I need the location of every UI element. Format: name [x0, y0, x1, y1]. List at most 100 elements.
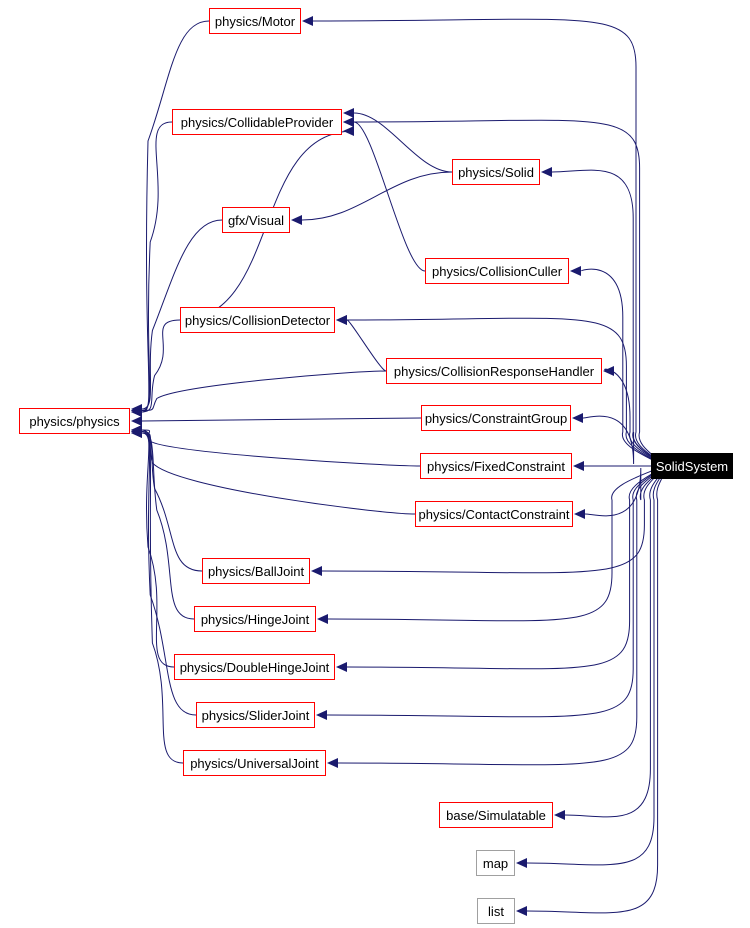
- graph-edge-arrow-constraintgroup-physics: [131, 416, 142, 426]
- graph-node-response[interactable]: physics/CollisionResponseHandler: [386, 358, 602, 384]
- graph-edge-arrow-solid: [541, 167, 552, 177]
- graph-edge-motor-physics: [141, 20, 210, 413]
- graph-edge-solidsystem-detector: [346, 317, 660, 467]
- graph-edge-arrow-sliderjoint: [316, 710, 327, 720]
- graph-edge-arrow-balljoint: [311, 566, 322, 576]
- graph-node-label: physics/UniversalJoint: [190, 755, 319, 771]
- graph-edge-solid-visual: [301, 171, 453, 221]
- graph-edge-solidsystem-hingejoint: [327, 465, 659, 622]
- graph-edge-arrow-culler-collidable: [343, 117, 354, 127]
- graph-edge-arrow-detector-collidable: [343, 126, 354, 136]
- graph-node-label: physics/ContactConstraint: [418, 506, 570, 522]
- graph-node-label: physics/FixedConstraint: [427, 458, 565, 474]
- graph-node-list[interactable]: list: [477, 898, 515, 924]
- graph-edge-arrow-balljoint-physics: [131, 428, 142, 438]
- graph-node-label: physics/CollisionResponseHandler: [393, 363, 595, 379]
- graph-node-detector[interactable]: physics/CollisionDetector: [180, 307, 335, 333]
- graph-edge-hingejoint-physics: [141, 429, 195, 620]
- graph-node-label: physics/DoubleHingeJoint: [179, 659, 330, 675]
- graph-edge-arrow-motor-physics: [131, 407, 142, 417]
- graph-node-label: physics/Solid: [458, 164, 534, 180]
- dependency-graph: physics/Motor physics/CollidableProvider p…: [0, 0, 750, 928]
- graph-edge-arrow-detector-physics: [131, 407, 142, 417]
- graph-edge-arrow-collidable-physics: [131, 405, 142, 416]
- graph-node-label: base/Simulatable: [446, 807, 546, 823]
- graph-edge-arrow-visual-physics: [131, 404, 142, 414]
- graph-edge-balljoint-physics: [141, 432, 203, 572]
- graph-node-constraintgroup[interactable]: physics/ConstraintGroup: [421, 405, 571, 431]
- graph-node-label: physics/ConstraintGroup: [424, 410, 568, 426]
- graph-edge-arrow-detector: [336, 315, 347, 325]
- graph-node-label: physics/CollidableProvider: [180, 114, 334, 130]
- graph-edge-arrow-universaljoint-physics: [131, 425, 142, 435]
- graph-node-label: SolidSystem: [655, 458, 729, 474]
- graph-edge-solidsystem-constraintgroup: [582, 415, 661, 467]
- graph-edge-solidsystem-response: [604, 368, 661, 467]
- graph-node-label: physics/SliderJoint: [201, 707, 310, 723]
- graph-edge-arrow-universaljoint: [327, 758, 338, 768]
- graph-edge-culler-collidable: [353, 121, 426, 272]
- graph-node-visual[interactable]: gfx/Visual: [222, 207, 290, 233]
- graph-node-label: physics/CollisionCuller: [431, 263, 563, 279]
- graph-edge-arrow-hingejoint: [317, 614, 328, 624]
- graph-edge-solidsystem-contactconstraint: [584, 465, 662, 517]
- graph-node-simulatable[interactable]: base/Simulatable: [439, 802, 553, 828]
- graph-edge-arrow-culler: [570, 266, 581, 276]
- graph-edge-response-physics: [141, 370, 387, 411]
- graph-edge-arrow-solid-visual: [291, 215, 302, 225]
- graph-edge-solidsystem-simulatable: [564, 465, 664, 818]
- graph-edge-detector-physics: [141, 319, 181, 413]
- graph-edge-arrow-response-detector: [336, 315, 347, 325]
- graph-edge-arrow-simulatable: [554, 810, 565, 820]
- graph-edge-arrow-hingejoint-physics: [131, 425, 142, 435]
- graph-edge-contactconstraint-physics: [141, 431, 416, 515]
- graph-node-culler[interactable]: physics/CollisionCuller: [425, 258, 569, 284]
- graph-edge-arrow-constraintgroup: [572, 413, 583, 423]
- graph-node-label: physics/CollisionDetector: [184, 312, 331, 328]
- graph-edges-layer: [131, 16, 666, 916]
- graph-node-fixedconstraint[interactable]: physics/FixedConstraint: [420, 453, 572, 479]
- graph-node-doublehinge[interactable]: physics/DoubleHingeJoint: [174, 654, 335, 680]
- graph-node-sliderjoint[interactable]: physics/SliderJoint: [196, 702, 315, 728]
- graph-node-label: gfx/Visual: [227, 212, 285, 228]
- graph-edge-arrow-fixedconstraint: [573, 461, 584, 471]
- graph-node-label: physics/Motor: [214, 13, 296, 29]
- graph-node-collidable[interactable]: physics/CollidableProvider: [172, 109, 342, 135]
- graph-edge-fixedconstraint-physics: [141, 429, 421, 467]
- graph-node-motor[interactable]: physics/Motor: [209, 8, 301, 34]
- graph-node-contactconstraint[interactable]: physics/ContactConstraint: [415, 501, 573, 527]
- graph-edge-solidsystem-doublehinge: [346, 465, 661, 670]
- graph-node-balljoint[interactable]: physics/BallJoint: [202, 558, 310, 584]
- graph-edge-solidsystem-list: [526, 465, 666, 914]
- graph-node-map[interactable]: map: [476, 850, 515, 876]
- graph-node-solid[interactable]: physics/Solid: [452, 159, 540, 185]
- graph-edge-arrow-collidable: [343, 117, 354, 127]
- graph-node-label: list: [488, 903, 504, 919]
- graph-edge-arrow-doublehinge-physics: [131, 426, 142, 437]
- graph-edge-universaljoint-physics: [141, 429, 184, 764]
- graph-edge-constraintgroup-physics: [141, 417, 422, 422]
- graph-node-universaljoint[interactable]: physics/UniversalJoint: [183, 750, 326, 776]
- graph-edge-arrow-map: [516, 858, 527, 868]
- graph-edge-doublehinge-physics: [141, 431, 175, 668]
- graph-edge-solid-collidable: [353, 112, 453, 173]
- graph-edge-response-detector: [346, 319, 387, 372]
- graph-node-label: physics/BallJoint: [207, 563, 305, 579]
- graph-edge-arrow-sliderjoint-physics: [131, 428, 142, 438]
- graph-node-physics[interactable]: physics/physics: [19, 408, 130, 434]
- graph-node-label: map: [482, 855, 509, 871]
- graph-edge-arrow-response-physics: [131, 405, 142, 416]
- graph-edge-arrow-solid-collidable: [343, 108, 354, 118]
- graph-edge-collidable-physics: [141, 121, 173, 411]
- graph-node-solidsystem[interactable]: SolidSystem: [651, 453, 733, 479]
- graph-node-label: physics/HingeJoint: [200, 611, 310, 627]
- graph-edge-arrow-contactconstraint-physics: [131, 426, 142, 437]
- graph-edge-solidsystem-motor: [312, 18, 661, 467]
- graph-edge-arrow-list: [516, 906, 527, 916]
- graph-edge-arrow-doublehinge: [336, 662, 347, 672]
- graph-node-hingejoint[interactable]: physics/HingeJoint: [194, 606, 316, 632]
- graph-node-label: physics/physics: [29, 413, 120, 429]
- graph-edge-arrow-fixedconstraint-physics: [131, 425, 142, 435]
- graph-edge-arrow-response: [603, 366, 614, 376]
- graph-edge-arrow-motor: [302, 16, 313, 26]
